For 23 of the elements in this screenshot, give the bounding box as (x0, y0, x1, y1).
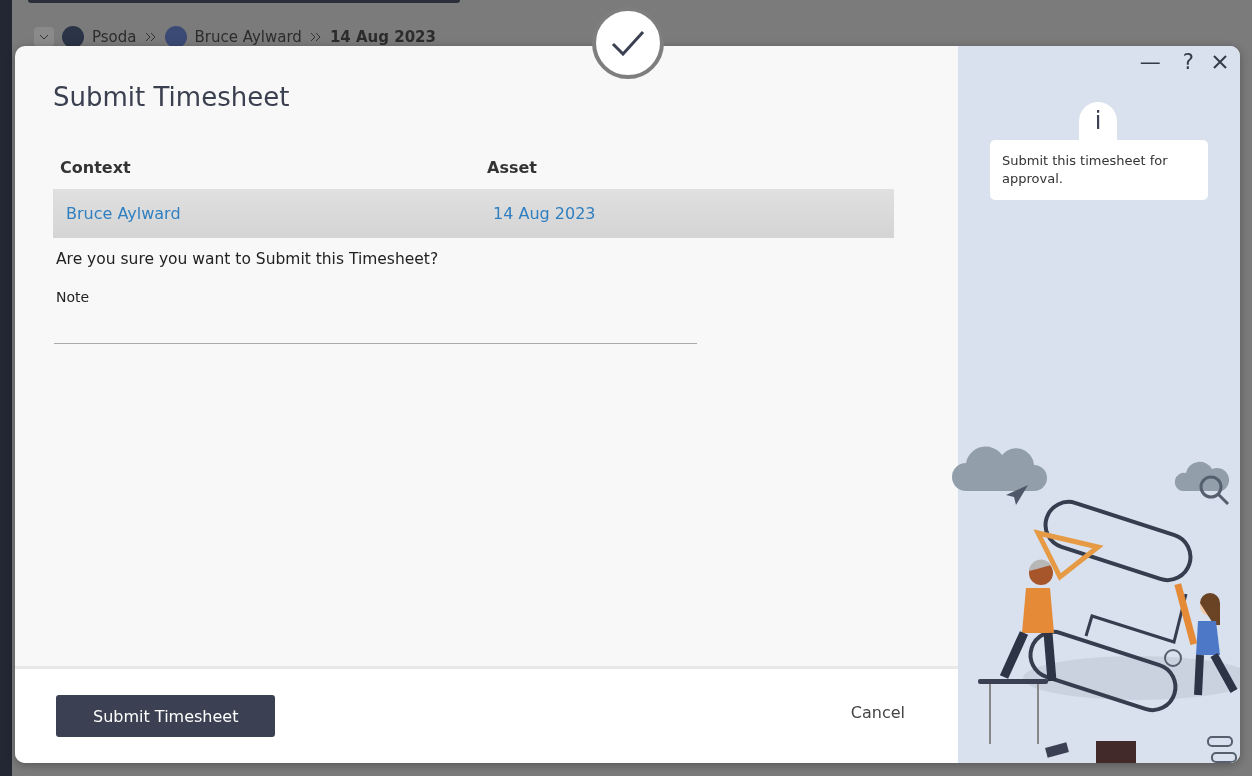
table-link[interactable]: 14 Aug 2023 (480, 189, 894, 238)
help-button[interactable]: ? (1178, 50, 1198, 74)
logo-icon (62, 26, 84, 48)
breadcrumb-link[interactable]: 14 Aug 2023 (329, 28, 436, 46)
help-text: Submit this timesheet for approval. (990, 140, 1208, 200)
minimize-button[interactable]: — (1135, 50, 1165, 74)
dialog-title: Submit Timesheet (53, 82, 291, 112)
note-label: Note (56, 289, 91, 305)
confirm-question: Are you sure you want to Submit this Timesheet? (56, 250, 440, 268)
table-link[interactable]: Bruce Aylward (53, 189, 480, 238)
separator-icon (144, 32, 157, 42)
collapse-button[interactable] (34, 27, 54, 47)
breadcrumb-link[interactable]: Bruce Aylward (194, 28, 302, 46)
check-icon (611, 30, 645, 56)
separator-icon (309, 32, 322, 42)
breadcrumb-link[interactable]: Psoda (92, 28, 137, 46)
submit-button[interactable]: Submit Timesheet (56, 695, 276, 737)
close-icon[interactable] (1212, 54, 1228, 70)
cancel-link[interactable]: Cancel (850, 702, 905, 722)
column-header: Context (59, 158, 132, 179)
chevron-icon (39, 34, 49, 40)
column-header: Asset (486, 158, 538, 179)
avatar-icon (164, 26, 187, 48)
